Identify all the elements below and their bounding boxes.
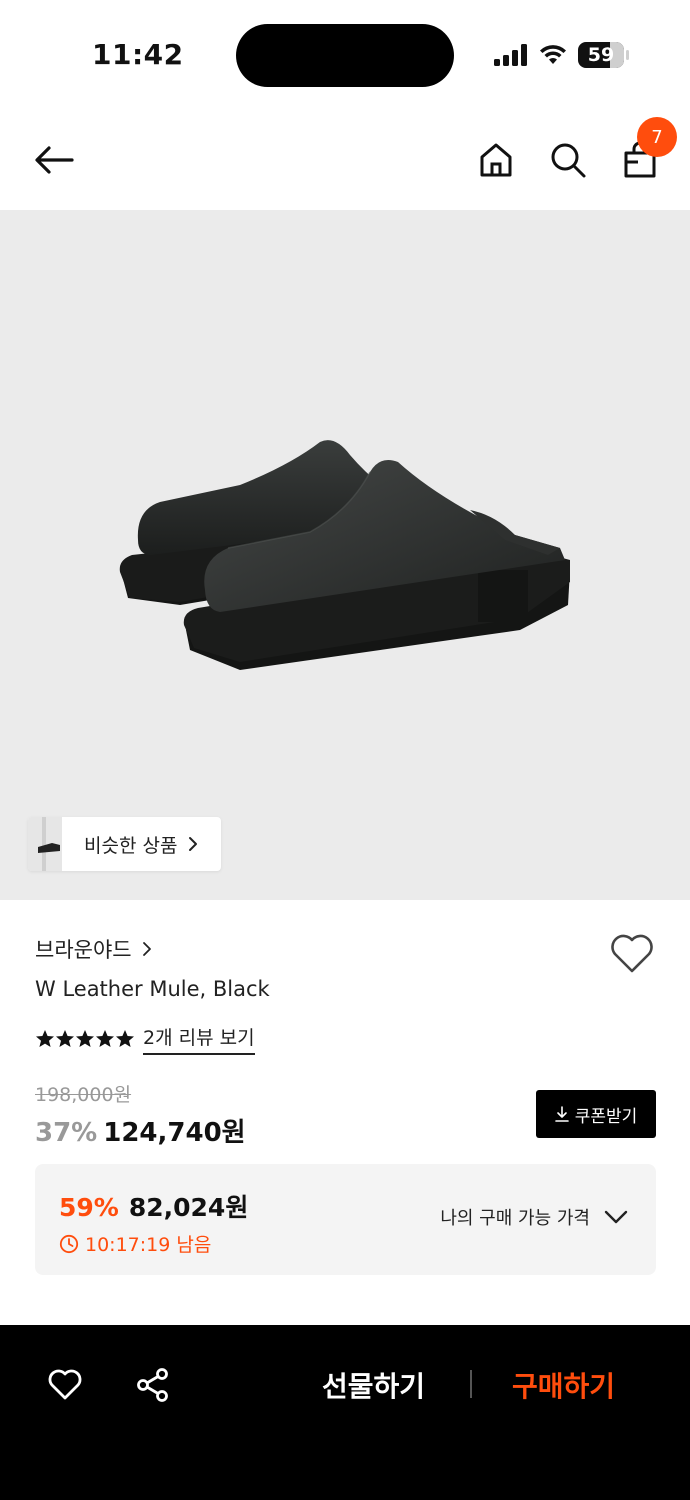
- similar-products-button[interactable]: 비슷한 상품: [28, 817, 221, 871]
- brand-name: 브라운야드: [35, 938, 132, 962]
- cart-count-badge: 7: [637, 117, 677, 157]
- star-icon: [76, 1030, 94, 1047]
- battery-level: 59: [587, 44, 615, 66]
- discount-rate: 37%: [35, 1118, 98, 1148]
- clock-icon: [59, 1234, 79, 1253]
- chevron-down-icon: [604, 1210, 628, 1224]
- product-photo-leather-mule: [119, 440, 570, 670]
- review-link[interactable]: 2개 리뷰 보기: [143, 1023, 255, 1055]
- best-price: 82,024원: [128, 1193, 249, 1222]
- bottom-action-bar: 선물하기 구매하기: [0, 1325, 690, 1500]
- home-icon: [480, 143, 512, 177]
- gift-button[interactable]: 선물하기: [322, 1365, 425, 1405]
- share-icon: [137, 1368, 168, 1402]
- best-discount-rate: 59%: [59, 1193, 119, 1222]
- best-price-box[interactable]: 59% 82,024원 10:17:19 남음 나의 구매 가능 가격: [35, 1164, 656, 1275]
- coupon-label: 쿠폰받기: [574, 1106, 638, 1127]
- sale-price: 124,740원: [103, 1118, 246, 1148]
- shoe-thumbnail-icon: [28, 817, 62, 871]
- like-button[interactable]: [43, 1363, 87, 1407]
- heart-outline-icon: [611, 934, 653, 973]
- star-icon: [96, 1030, 114, 1047]
- product-name: W Leather Mule, Black: [35, 977, 270, 1001]
- rating-row: 2개 리뷰 보기: [35, 1023, 255, 1055]
- back-button[interactable]: [30, 136, 78, 184]
- chevron-right-icon: [142, 942, 151, 956]
- dynamic-island: [236, 24, 454, 87]
- brand-link[interactable]: 브라운야드: [35, 934, 152, 964]
- status-bar: 11:42 59: [0, 0, 690, 110]
- timer-text: 10:17:19 남음: [85, 1234, 212, 1256]
- product-image[interactable]: 비슷한 상품: [0, 210, 690, 900]
- coupon-download-button[interactable]: 쿠폰받기: [536, 1090, 656, 1138]
- divider: [470, 1370, 472, 1398]
- chevron-right-icon: [189, 837, 198, 851]
- original-price: 198,000원: [35, 1084, 132, 1106]
- download-icon: [554, 1106, 569, 1122]
- price-row: 37% 124,740원: [35, 1112, 246, 1149]
- search-button[interactable]: [544, 136, 592, 184]
- top-navigation: [0, 110, 690, 210]
- share-button[interactable]: [131, 1363, 175, 1407]
- similar-product-thumbnail: [28, 817, 62, 871]
- battery-cap-icon: [626, 50, 629, 60]
- wishlist-button[interactable]: [609, 933, 655, 975]
- search-icon: [551, 143, 586, 178]
- star-icon: [116, 1030, 134, 1047]
- my-price-label: 나의 구매 가능 가격: [440, 1208, 590, 1229]
- status-indicators: 59: [494, 40, 630, 70]
- timer-row: 10:17:19 남음: [59, 1230, 211, 1257]
- buy-button[interactable]: 구매하기: [512, 1365, 615, 1405]
- star-icon: [36, 1030, 54, 1047]
- status-time: 11:42: [92, 38, 184, 71]
- home-button[interactable]: [472, 136, 520, 184]
- back-arrow-icon: [35, 146, 74, 174]
- heart-outline-icon: [48, 1369, 82, 1400]
- best-price-row: 59% 82,024원: [59, 1188, 248, 1224]
- my-price-toggle[interactable]: 나의 구매 가능 가격: [440, 1204, 628, 1230]
- cellular-signal-icon: [494, 44, 527, 66]
- battery-indicator: 59: [578, 42, 624, 68]
- similar-products-label: 비슷한 상품: [84, 834, 178, 857]
- star-icon: [56, 1030, 74, 1047]
- wifi-icon: [540, 45, 566, 64]
